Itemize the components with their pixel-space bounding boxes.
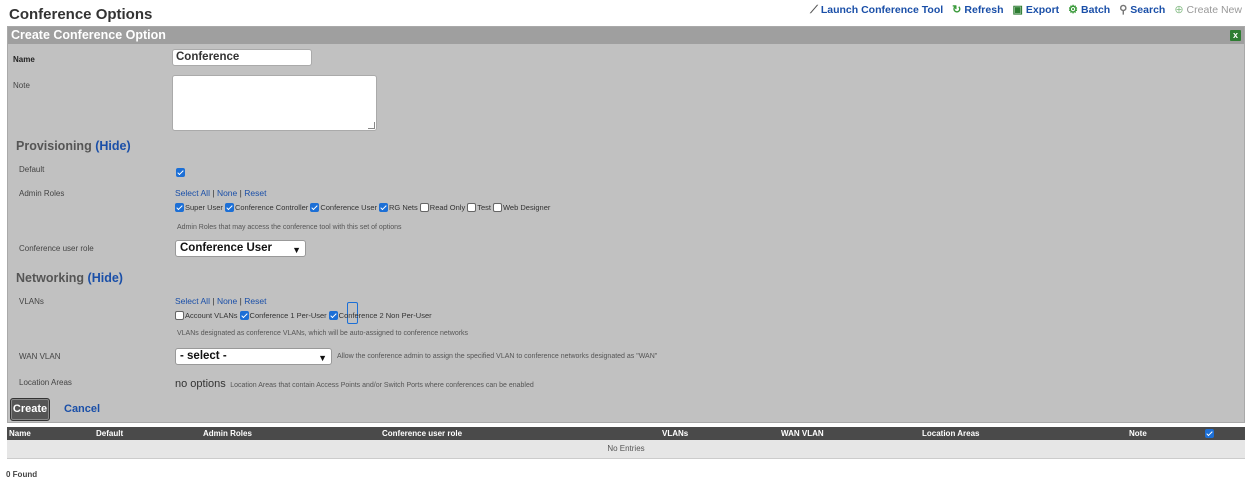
cancel-link[interactable]: Cancel xyxy=(64,403,100,415)
checkbox[interactable] xyxy=(419,203,429,212)
search-button[interactable]: ⚲ Search xyxy=(1119,4,1165,16)
note-textarea[interactable] xyxy=(172,75,377,131)
table-header: Name Default Admin Roles Conference user… xyxy=(7,427,1245,440)
checkbox[interactable] xyxy=(492,203,502,212)
vlan-option[interactable]: Conference 2 Non Per-User xyxy=(328,311,432,320)
empty-table-row: No Entries xyxy=(7,440,1245,459)
column-header-vlans[interactable]: VLANs xyxy=(662,429,688,438)
location-areas-label: Location Areas xyxy=(19,378,72,387)
refresh-icon: ↻ xyxy=(952,3,962,16)
create-button[interactable]: Create xyxy=(10,398,50,421)
checkbox[interactable] xyxy=(379,203,389,212)
export-icon: ▣ xyxy=(1012,3,1023,16)
provisioning-heading: Provisioning (Hide) xyxy=(16,139,131,153)
column-header-location-areas[interactable]: Location Areas xyxy=(922,429,980,438)
checkbox[interactable] xyxy=(175,311,184,320)
default-checkbox[interactable] xyxy=(176,168,185,178)
column-header-conference-user-role[interactable]: Conference user role xyxy=(382,429,462,438)
networking-heading: Networking (Hide) xyxy=(16,271,123,285)
role-option[interactable]: Read Only xyxy=(419,203,465,212)
launch-conference-tool-button[interactable]: ⟋ Launch Conference Tool xyxy=(810,4,943,16)
resize-handle-icon[interactable] xyxy=(368,122,375,129)
role-option[interactable]: Web Designer xyxy=(492,203,550,212)
wan-vlan-label: WAN VLAN xyxy=(19,352,61,361)
location-areas-help: Location Areas that contain Access Point… xyxy=(230,382,534,389)
location-areas-value: no options Location Areas that contain A… xyxy=(175,378,534,390)
provisioning-hide-link[interactable]: (Hide) xyxy=(95,139,130,153)
create-new-button[interactable]: ⊕ Create New xyxy=(1174,4,1242,16)
column-header-default[interactable]: Default xyxy=(96,429,123,438)
role-option[interactable]: RG Nets xyxy=(379,203,418,212)
checkbox[interactable] xyxy=(239,311,249,320)
column-header-note[interactable]: Note xyxy=(1129,429,1147,438)
role-option[interactable]: Conference User xyxy=(310,203,377,212)
vlan-option[interactable]: Conference 1 Per-User xyxy=(239,311,327,320)
column-header-wan-vlan[interactable]: WAN VLAN xyxy=(781,429,824,438)
search-icon: ⚲ xyxy=(1119,3,1128,16)
close-icon[interactable]: x xyxy=(1230,30,1241,41)
role-option[interactable]: Test xyxy=(467,203,491,212)
conference-options-table: Name Default Admin Roles Conference user… xyxy=(7,427,1245,459)
admin-roles-select-all-link[interactable]: Select All xyxy=(175,188,210,198)
wan-vlan-select[interactable]: - select - ▼ xyxy=(175,348,332,365)
checkbox[interactable] xyxy=(328,311,338,320)
admin-roles-reset-link[interactable]: Reset xyxy=(244,188,266,198)
name-input[interactable]: Conference xyxy=(172,49,312,66)
vlan-option[interactable]: Account VLANs xyxy=(175,311,238,320)
wand-icon: ⟋ xyxy=(810,3,818,16)
role-option[interactable]: Super User xyxy=(175,203,223,212)
default-label: Default xyxy=(19,165,45,174)
page-title: Conference Options xyxy=(9,6,153,23)
toolbar: ⟋ Launch Conference Tool ↻ Refresh ▣ Exp… xyxy=(810,4,1242,16)
vlans-none-link[interactable]: None xyxy=(217,296,237,306)
gears-icon: ⚙ xyxy=(1068,3,1079,16)
export-button[interactable]: ▣ Export xyxy=(1013,4,1060,16)
column-header-admin-roles[interactable]: Admin Roles xyxy=(203,429,252,438)
checkbox[interactable] xyxy=(175,203,184,212)
admin-roles-none-link[interactable]: None xyxy=(217,188,237,198)
create-conference-option-panel: Create Conference Option x Name Conferen… xyxy=(7,26,1245,423)
role-option[interactable]: Conference Controller xyxy=(224,203,308,212)
vlans-select-all-link[interactable]: Select All xyxy=(175,296,210,306)
admin-roles-label: Admin Roles xyxy=(19,189,65,198)
select-all-checkbox[interactable] xyxy=(1205,429,1214,438)
vlans-options: Account VLANs Conference 1 Per-User Conf… xyxy=(175,311,434,320)
name-label: Name xyxy=(13,55,35,64)
checkbox[interactable] xyxy=(467,203,477,212)
checkbox[interactable] xyxy=(224,203,234,212)
vlans-label: VLANs xyxy=(19,297,44,306)
admin-roles-options: Super User Conference Controller Confere… xyxy=(175,203,552,212)
column-header-name[interactable]: Name xyxy=(9,429,31,438)
batch-button[interactable]: ⚙ Batch xyxy=(1068,4,1110,16)
note-label: Note xyxy=(13,81,30,90)
networking-hide-link[interactable]: (Hide) xyxy=(88,271,123,285)
top-bar: Conference Options ⟋ Launch Conference T… xyxy=(0,0,1250,25)
conference-user-role-select[interactable]: Conference User ▼ xyxy=(175,240,306,257)
admin-roles-help: Admin Roles that may access the conferen… xyxy=(177,224,402,231)
vlans-bulk-links: Select All | None | Reset xyxy=(175,296,267,306)
results-count: 0 Found xyxy=(6,470,38,479)
checkbox[interactable] xyxy=(310,203,320,212)
chevron-down-icon: ▼ xyxy=(292,245,301,255)
panel-header: Create Conference Option x xyxy=(8,27,1244,44)
chevron-down-icon: ▼ xyxy=(318,353,327,363)
vlans-reset-link[interactable]: Reset xyxy=(244,296,266,306)
conference-user-role-label: Conference user role xyxy=(19,244,94,253)
plus-circle-icon: ⊕ xyxy=(1174,3,1184,16)
wan-vlan-help: Allow the conference admin to assign the… xyxy=(337,353,658,360)
refresh-button[interactable]: ↻ Refresh xyxy=(952,4,1003,16)
admin-roles-bulk-links: Select All | None | Reset xyxy=(175,188,267,198)
vlans-help: VLANs designated as conference VLANs, wh… xyxy=(177,330,469,337)
panel-title: Create Conference Option xyxy=(11,28,166,42)
